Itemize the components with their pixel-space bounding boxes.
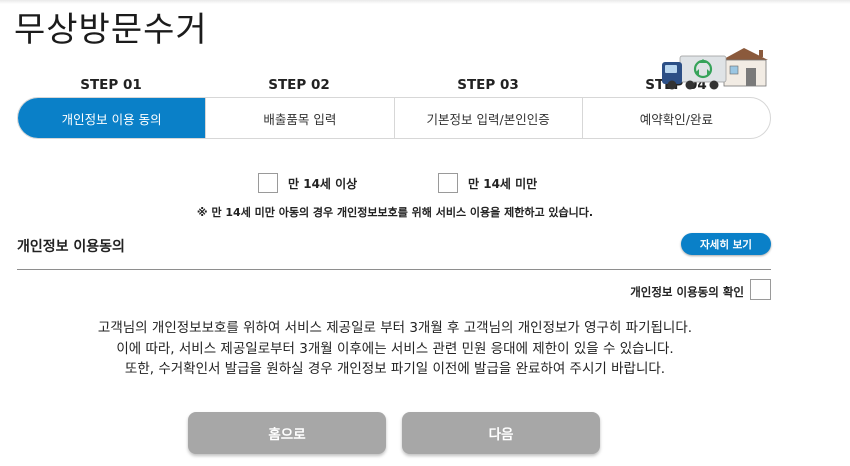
age-under14-checkbox[interactable] [438, 173, 458, 193]
divider [17, 269, 771, 270]
privacy-text-line: 고객님의 개인정보보호를 위하여 서비스 제공일로 부터 3개월 후 고객님의 … [97, 320, 693, 336]
tab-item-input[interactable]: 배출품목 입력 [206, 98, 395, 138]
home-button[interactable]: 홈으로 [188, 412, 386, 454]
section-title: 개인정보 이용동의 [17, 239, 125, 255]
recycling-truck-house-icon [662, 48, 768, 90]
tab-basic-info[interactable]: 기본정보 입력/본인인증 [395, 98, 583, 138]
tab-privacy-consent[interactable]: 개인정보 이용 동의 [18, 98, 207, 138]
age-notice: ※ 만 14세 미만 아동의 경우 개인정보보호를 위해 서비스 이용을 제한하… [196, 206, 594, 219]
age-over14-checkbox[interactable] [258, 173, 278, 193]
consent-confirm-checkbox[interactable] [750, 279, 771, 300]
tab-confirm[interactable]: 예약확인/완료 [583, 98, 770, 138]
age-over14-option: 만 14세 이상 [258, 173, 357, 193]
age-under14-option: 만 14세 미만 [438, 173, 537, 193]
consent-confirm-label: 개인정보 이용동의 확인 [630, 285, 744, 299]
age-over14-label: 만 14세 이상 [288, 176, 358, 191]
next-button[interactable]: 다음 [402, 412, 600, 454]
steps-bar: 개인정보 이용 동의 배출품목 입력 기본정보 입력/본인인증 예약확인/완료 [17, 97, 771, 139]
step-label-2: STEP 02 [268, 77, 330, 93]
page-title: 무상방문수거 [14, 10, 208, 50]
age-under14-label: 만 14세 미만 [468, 176, 538, 191]
step-label-3: STEP 03 [457, 77, 519, 93]
privacy-text-line: 이에 따라, 서비스 제공일로부터 3개월 이후에는 서비스 관련 민원 응대에… [116, 340, 674, 357]
privacy-text-line: 또한, 수거확인서 발급을 원하실 경우 개인정보 파기일 이전에 발급을 완료… [124, 361, 666, 377]
privacy-text: 고객님의 개인정보보호를 위하여 서비스 제공일로 부터 3개월 후 고객님의 … [0, 318, 790, 380]
step-label-1: STEP 01 [80, 77, 142, 93]
detail-view-button[interactable]: 자세히 보기 [681, 233, 771, 255]
